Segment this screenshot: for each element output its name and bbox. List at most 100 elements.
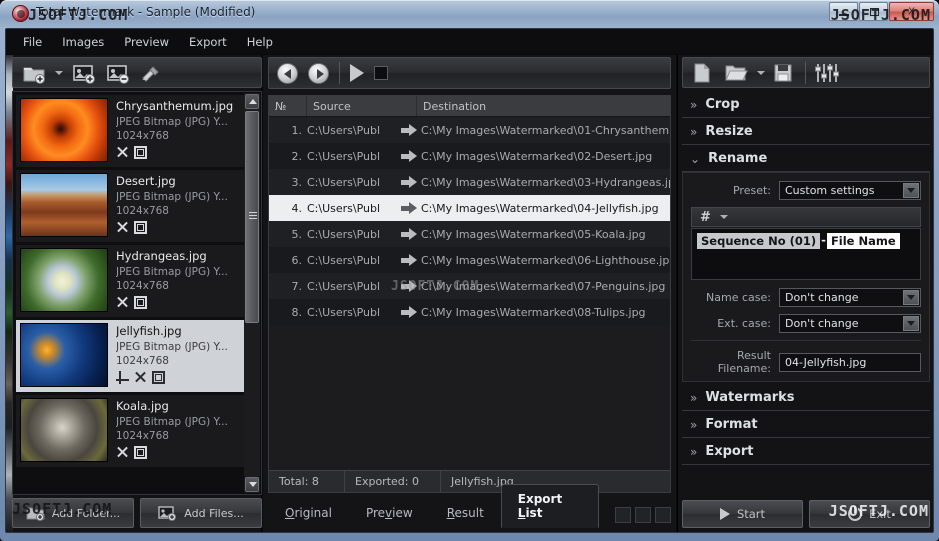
title-bar[interactable]: Total Watermark - Sample (Modified) X JS… <box>0 0 939 28</box>
table-row[interactable]: 3. C:\Users\Publ C:\My Images\Watermarke… <box>269 169 670 195</box>
list-item-type: JPEG Bitmap (JPG) Y... <box>116 416 228 428</box>
action-buttons: Start Exit <box>682 500 930 528</box>
list-item[interactable]: Desert.jpg JPEG Bitmap (JPG) Y... 1024x7… <box>16 170 258 242</box>
frame-icon[interactable] <box>134 221 147 234</box>
settings-sliders-icon[interactable] <box>813 61 839 85</box>
hash-icon[interactable]: # <box>700 210 711 225</box>
column-header-destination[interactable]: Destination <box>417 96 670 116</box>
menu-item-help[interactable]: Help <box>238 31 282 53</box>
table-row[interactable]: 2. C:\Users\Publ C:\My Images\Watermarke… <box>269 143 670 169</box>
scroll-up-button[interactable] <box>245 94 259 109</box>
maximize-button[interactable] <box>859 2 888 21</box>
chevron-down-icon[interactable] <box>903 290 919 305</box>
open-preset-caret[interactable] <box>757 70 765 75</box>
list-item-selected[interactable]: Jellyfish.jpg JPEG Bitmap (JPG) Y... 102… <box>16 320 258 392</box>
section-watermarks-header[interactable]: » Watermarks <box>682 385 930 411</box>
tab-extra-button-2[interactable] <box>635 507 651 523</box>
new-preset-icon[interactable] <box>691 61 717 85</box>
result-filename-input[interactable]: 04-Jellyfish.jpg <box>779 352 921 372</box>
resize-icon[interactable] <box>116 446 129 459</box>
token-file-name[interactable]: File Name <box>826 233 900 249</box>
tab-extra-button-1[interactable] <box>615 507 631 523</box>
add-folder-dropdown-caret[interactable] <box>55 70 63 75</box>
close-button[interactable]: X <box>889 2 934 21</box>
menu-item-file[interactable]: File <box>14 31 51 53</box>
table-row[interactable]: 1. C:\Users\Publ C:\My Images\Watermarke… <box>269 117 670 143</box>
crop-icon[interactable] <box>116 371 129 384</box>
tab-original[interactable]: Original <box>268 498 349 528</box>
table-row[interactable]: 8. C:\Users\Publ C:\My Images\Watermarke… <box>269 299 670 325</box>
section-watermarks[interactable]: » Watermarks <box>682 385 930 411</box>
previous-icon[interactable] <box>277 62 298 84</box>
chevron-right-icon: » <box>690 97 698 112</box>
open-preset-icon[interactable] <box>724 61 750 85</box>
column-header-source[interactable]: Source <box>307 96 417 116</box>
remove-image-icon[interactable] <box>105 61 131 85</box>
list-item[interactable]: Koala.jpg JPEG Bitmap (JPG) Y... 1024x76… <box>16 395 258 467</box>
resize-icon[interactable] <box>134 371 147 384</box>
save-preset-icon[interactable] <box>772 61 798 85</box>
preset-select[interactable]: Custom settings <box>779 181 921 200</box>
token-dropdown-caret[interactable] <box>719 215 728 219</box>
frame-icon[interactable] <box>134 296 147 309</box>
section-rename-header[interactable]: ⌄ Rename <box>682 146 930 172</box>
image-list-scrollbar[interactable] <box>244 93 260 493</box>
frame-icon[interactable] <box>134 146 147 159</box>
tab-result[interactable]: Result <box>430 498 501 528</box>
start-button[interactable]: Start <box>682 500 803 528</box>
name-case-select[interactable]: Don't change <box>779 288 921 307</box>
tab-preview[interactable]: Preview <box>349 498 430 528</box>
add-folder-icon[interactable] <box>21 61 47 85</box>
section-crop-header[interactable]: » Crop <box>682 92 930 118</box>
section-crop-title: Crop <box>705 97 740 112</box>
table-row[interactable]: 6. C:\Users\Publ C:\My Images\Watermarke… <box>269 247 670 273</box>
row-source: C:\Users\Publ <box>307 149 381 163</box>
section-resize-header[interactable]: » Resize <box>682 119 930 145</box>
column-header-no[interactable]: № <box>269 96 307 116</box>
scrollbar-thumb[interactable] <box>245 111 259 323</box>
menu-item-images[interactable]: Images <box>53 31 113 53</box>
frame-icon[interactable] <box>134 446 147 459</box>
add-folder-button[interactable]: Add Folder... <box>12 498 134 528</box>
section-export-header[interactable]: » Export <box>682 439 930 465</box>
scroll-down-button[interactable] <box>245 477 259 492</box>
section-format[interactable]: » Format <box>682 412 930 438</box>
tab-export-list[interactable]: Export List <box>500 484 599 528</box>
section-crop[interactable]: » Crop <box>682 92 930 118</box>
section-export[interactable]: » Export <box>682 439 930 465</box>
list-item[interactable]: Hydrangeas.jpg JPEG Bitmap (JPG) Y... 10… <box>16 245 258 317</box>
list-item-icons <box>116 221 254 234</box>
token-sequence-no[interactable]: Sequence No (01) <box>697 233 821 249</box>
add-files-button[interactable]: Add Files... <box>140 498 262 528</box>
resize-icon[interactable] <box>116 296 129 309</box>
tab-extra-button-3[interactable] <box>655 507 671 523</box>
panels-container: Chrysanthemum.jpg JPEG Bitmap (JPG) Y...… <box>6 55 933 532</box>
table-row[interactable]: 7. C:\Users\Publ C:\My Images\Watermarke… <box>269 273 670 299</box>
chevron-down-icon[interactable] <box>903 316 919 331</box>
exit-button[interactable]: Exit <box>809 500 930 528</box>
section-format-header[interactable]: » Format <box>682 412 930 438</box>
ext-case-select[interactable]: Don't change <box>779 314 921 333</box>
section-resize-title: Resize <box>705 124 753 139</box>
table-row-selected[interactable]: 4. C:\Users\Publ C:\My Images\Watermarke… <box>269 195 670 221</box>
frame-icon[interactable] <box>152 371 165 384</box>
clear-list-icon[interactable] <box>139 61 165 85</box>
menu-item-export[interactable]: Export <box>180 31 236 53</box>
add-image-icon[interactable] <box>71 61 97 85</box>
minimize-button[interactable] <box>829 2 858 21</box>
table-row[interactable]: 5. C:\Users\Publ C:\My Images\Watermarke… <box>269 221 670 247</box>
section-resize[interactable]: » Resize <box>682 119 930 145</box>
stop-icon[interactable] <box>374 66 388 80</box>
menu-item-preview[interactable]: Preview <box>115 31 178 53</box>
image-list[interactable]: Chrysanthemum.jpg JPEG Bitmap (JPG) Y...… <box>12 91 262 495</box>
resize-icon[interactable] <box>116 146 129 159</box>
play-icon[interactable] <box>350 64 364 82</box>
export-list-table[interactable]: № Source Destination 1. C:\Users\Publ C:… <box>268 95 671 493</box>
rename-token-editor[interactable]: Sequence No (01) - File Name <box>691 228 921 280</box>
next-icon[interactable] <box>308 62 329 84</box>
list-item[interactable]: Chrysanthemum.jpg JPEG Bitmap (JPG) Y...… <box>16 95 258 167</box>
chevron-down-icon[interactable] <box>903 183 919 198</box>
row-destination: C:\My Images\Watermarked\08-Tulips.jpg <box>421 305 646 319</box>
list-item-dimensions: 1024x768 <box>116 205 169 217</box>
resize-icon[interactable] <box>116 221 129 234</box>
